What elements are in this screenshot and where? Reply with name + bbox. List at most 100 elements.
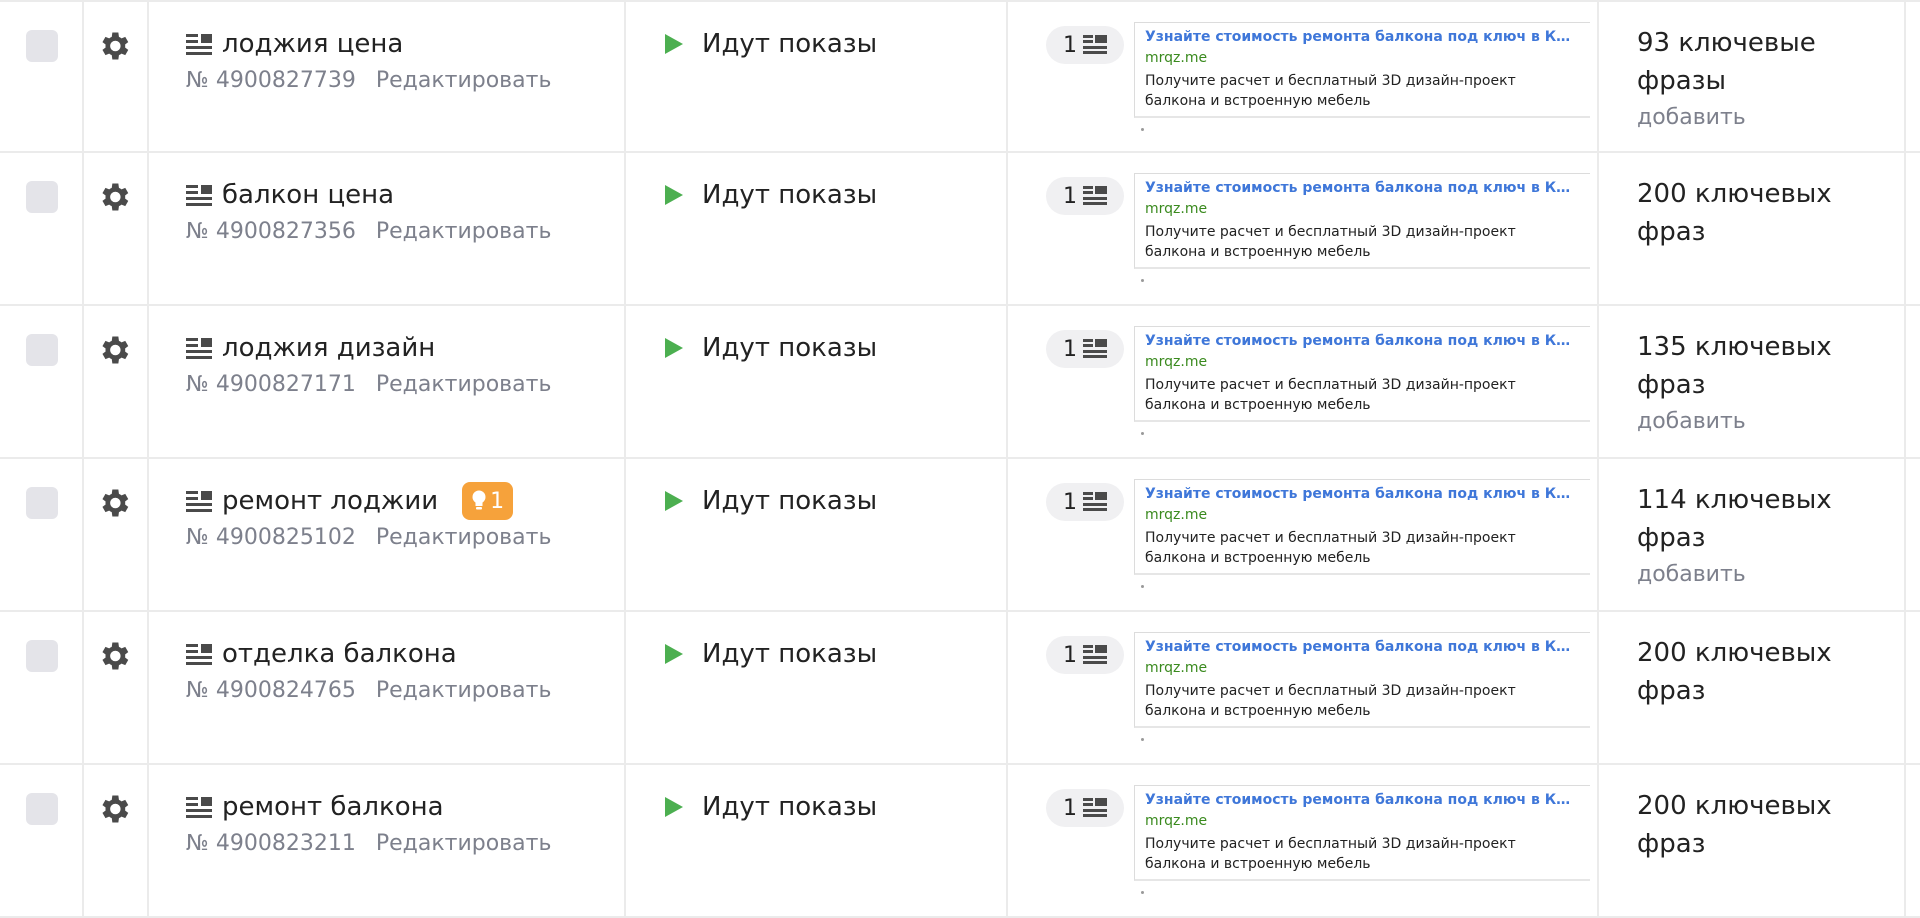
group-number: № 4900825102 xyxy=(186,525,356,550)
row-select-checkbox[interactable] xyxy=(26,181,58,213)
keyword-phrases-count[interactable]: 135 ключевых фраз xyxy=(1637,328,1867,404)
column-divider xyxy=(82,765,84,916)
ad-preview[interactable]: Узнайте стоимость ремонта балкона под кл… xyxy=(1134,22,1590,118)
ad-pager-dot xyxy=(1141,585,1144,588)
ads-count-button[interactable]: 1 xyxy=(1046,483,1124,521)
row-select-checkbox[interactable] xyxy=(26,334,58,366)
keyword-phrases-count[interactable]: 200 ключевых фраз xyxy=(1637,787,1867,863)
group-number: № 4900824765 xyxy=(186,678,356,703)
column-divider xyxy=(1006,765,1008,916)
ads-count-button[interactable]: 1 xyxy=(1046,636,1124,674)
status-cell: Идут показы xyxy=(662,481,877,521)
column-divider xyxy=(147,306,149,457)
ad-text: Получите расчет и бесплатный 3D дизайн-п… xyxy=(1145,224,1516,260)
group-name[interactable]: лоджия цена xyxy=(222,29,403,59)
group-name[interactable]: лоджия дизайн xyxy=(222,333,435,363)
edit-link[interactable]: Редактировать xyxy=(376,372,552,397)
ads-count-button[interactable]: 1 xyxy=(1046,330,1124,368)
ad-list-icon xyxy=(1083,186,1107,205)
add-phrases-link[interactable]: добавить xyxy=(1637,105,1746,130)
column-divider xyxy=(147,612,149,763)
ad-preview[interactable]: Узнайте стоимость ремонта балкона под кл… xyxy=(1134,173,1590,269)
gear-icon[interactable] xyxy=(96,179,132,215)
group-name-wrap: ремонт лоджии 1 xyxy=(186,481,514,521)
group-name[interactable]: ремонт балкона xyxy=(222,792,444,822)
lightbulb-icon xyxy=(472,490,486,510)
ad-title[interactable]: Узнайте стоимость ремонта балкона под кл… xyxy=(1145,792,1577,808)
row-select-checkbox[interactable] xyxy=(26,640,58,672)
edit-link[interactable]: Редактировать xyxy=(376,68,552,93)
ad-groups-table: лоджия цена № 4900827739 Редактировать Ид… xyxy=(0,0,1920,918)
gear-icon[interactable] xyxy=(96,791,132,827)
ads-count-button[interactable]: 1 xyxy=(1046,789,1124,827)
group-name[interactable]: отделка балкона xyxy=(222,639,457,669)
row-select-checkbox[interactable] xyxy=(26,30,58,62)
ad-list-icon xyxy=(1083,492,1107,511)
ad-text: Получите расчет и бесплатный 3D дизайн-п… xyxy=(1145,836,1516,872)
ads-count-button[interactable]: 1 xyxy=(1046,26,1124,64)
column-divider xyxy=(1006,153,1008,304)
edit-link[interactable]: Редактировать xyxy=(376,831,552,856)
play-icon xyxy=(665,491,683,511)
gear-icon[interactable] xyxy=(96,28,132,64)
group-number: № 4900827739 xyxy=(186,68,356,93)
group-name[interactable]: ремонт лоджии xyxy=(222,486,438,516)
ad-title[interactable]: Узнайте стоимость ремонта балкона под кл… xyxy=(1145,639,1577,655)
keyword-phrases-count[interactable]: 200 ключевых фраз xyxy=(1637,175,1867,251)
ad-title[interactable]: Узнайте стоимость ремонта балкона под кл… xyxy=(1145,29,1577,45)
keyword-phrases-count[interactable]: 93 ключевые фразы xyxy=(1637,24,1867,100)
edit-link[interactable]: Редактировать xyxy=(376,219,552,244)
ads-count: 1 xyxy=(1063,183,1077,209)
status-text: Идут показы xyxy=(702,792,878,822)
add-phrases-link[interactable]: добавить xyxy=(1637,409,1746,434)
recommendation-badge[interactable]: 1 xyxy=(462,482,514,520)
table-row: лоджия цена № 4900827739 Редактировать Ид… xyxy=(0,0,1920,153)
group-meta: № 4900825102 Редактировать xyxy=(186,525,551,550)
list-icon xyxy=(186,491,212,512)
gear-icon[interactable] xyxy=(96,485,132,521)
ads-count: 1 xyxy=(1063,336,1077,362)
column-divider xyxy=(1904,612,1906,763)
ad-text: Получите расчет и бесплатный 3D дизайн-п… xyxy=(1145,530,1516,566)
column-divider xyxy=(147,765,149,916)
play-icon xyxy=(665,34,683,54)
ad-preview[interactable]: Узнайте стоимость ремонта балкона под кл… xyxy=(1134,785,1590,881)
ad-title[interactable]: Узнайте стоимость ремонта балкона под кл… xyxy=(1145,180,1577,196)
status-text: Идут показы xyxy=(702,29,878,59)
ad-domain: mrqz.me xyxy=(1145,660,1208,676)
ad-preview[interactable]: Узнайте стоимость ремонта балкона под кл… xyxy=(1134,632,1590,728)
list-icon xyxy=(186,338,212,359)
ad-pager-dot xyxy=(1141,891,1144,894)
row-select-checkbox[interactable] xyxy=(26,793,58,825)
ad-preview[interactable]: Узнайте стоимость ремонта балкона под кл… xyxy=(1134,326,1590,422)
ads-count-button[interactable]: 1 xyxy=(1046,177,1124,215)
gear-icon[interactable] xyxy=(96,638,132,674)
table-row: ремонт лоджии 1 № 4900825102 Редактироват… xyxy=(0,459,1920,612)
add-phrases-link[interactable]: добавить xyxy=(1637,562,1746,587)
group-number: № 4900827171 xyxy=(186,372,356,397)
status-text: Идут показы xyxy=(702,486,878,516)
keyword-phrases-count[interactable]: 114 ключевых фраз xyxy=(1637,481,1867,557)
ad-text: Получите расчет и бесплатный 3D дизайн-п… xyxy=(1145,683,1516,719)
gear-icon[interactable] xyxy=(96,332,132,368)
column-divider xyxy=(1904,765,1906,916)
edit-link[interactable]: Редактировать xyxy=(376,525,552,550)
ad-pager-dot xyxy=(1141,432,1144,435)
group-name[interactable]: балкон цена xyxy=(222,180,394,210)
column-divider xyxy=(624,765,626,916)
ad-domain: mrqz.me xyxy=(1145,813,1208,829)
edit-link[interactable]: Редактировать xyxy=(376,678,552,703)
ad-preview[interactable]: Узнайте стоимость ремонта балкона под кл… xyxy=(1134,479,1590,575)
ad-domain: mrqz.me xyxy=(1145,507,1208,523)
ad-title[interactable]: Узнайте стоимость ремонта балкона под кл… xyxy=(1145,486,1577,502)
column-divider xyxy=(1006,306,1008,457)
group-name-wrap: ремонт балкона xyxy=(186,787,444,827)
ad-list-icon xyxy=(1083,798,1107,817)
group-number: № 4900827356 xyxy=(186,219,356,244)
ad-pager-dot xyxy=(1141,128,1144,131)
list-icon xyxy=(186,797,212,818)
row-select-checkbox[interactable] xyxy=(26,487,58,519)
keyword-phrases-count[interactable]: 200 ключевых фраз xyxy=(1637,634,1867,710)
ad-title[interactable]: Узнайте стоимость ремонта балкона под кл… xyxy=(1145,333,1577,349)
status-cell: Идут показы xyxy=(662,328,877,368)
